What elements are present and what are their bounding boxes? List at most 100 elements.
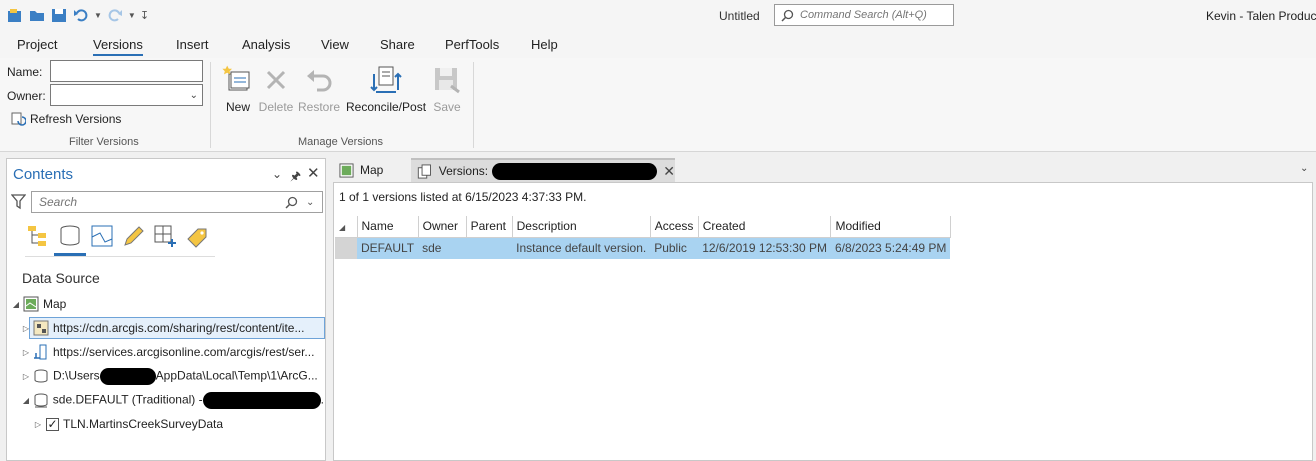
list-by-labeling-icon[interactable] bbox=[184, 223, 210, 249]
restore-version-label: Restore bbox=[297, 100, 341, 114]
tab-share[interactable]: Share bbox=[380, 37, 415, 52]
refresh-versions-label: Refresh Versions bbox=[30, 112, 122, 126]
list-by-data-source-icon[interactable] bbox=[57, 223, 83, 249]
list-by-snapping-icon[interactable] bbox=[152, 223, 178, 249]
cell-description[interactable]: Instance default version. bbox=[512, 237, 651, 259]
reconcile-post-label: Reconcile/Post bbox=[345, 100, 427, 114]
tree-item-local-temp-database[interactable]: ▷ D:\Users AppData\Local\Temp\1\ArcG... bbox=[7, 365, 325, 387]
delete-version-label: Delete bbox=[258, 100, 294, 114]
redacted-text bbox=[99, 367, 156, 385]
undo-dropdown-icon[interactable]: ▼ bbox=[94, 11, 102, 20]
tree-item-services-arcgisonline[interactable]: ▷ https://services.arcgisonline.com/arcg… bbox=[7, 341, 325, 363]
group-divider bbox=[210, 62, 211, 148]
tree-item-cdn-arcgis[interactable]: ▷ https://cdn.arcgis.com/sharing/rest/co… bbox=[7, 317, 325, 339]
list-by-selection-icon[interactable] bbox=[89, 223, 115, 249]
tab-versions-view[interactable]: Versions: ✕ bbox=[411, 158, 675, 182]
cell-access[interactable]: Public bbox=[650, 237, 699, 259]
expand-arrow-icon[interactable]: ▷ bbox=[21, 372, 31, 381]
expand-arrow-icon[interactable]: ▷ bbox=[33, 420, 43, 429]
undo-icon[interactable] bbox=[72, 6, 90, 24]
cell-created[interactable]: 12/6/2019 12:53:30 PM bbox=[698, 237, 831, 259]
new-project-icon[interactable] bbox=[6, 6, 24, 24]
tab-versions[interactable]: Versions bbox=[93, 37, 143, 56]
tree-item-map[interactable]: ◢ Map bbox=[7, 293, 325, 315]
pane-options-icon[interactable]: ⌄ bbox=[272, 167, 282, 181]
owner-label: Owner: bbox=[7, 89, 46, 103]
save-project-icon[interactable] bbox=[50, 6, 68, 24]
new-version-button[interactable]: New bbox=[222, 64, 254, 114]
cell-name[interactable]: DEFAULT bbox=[357, 237, 419, 259]
select-all-cell[interactable]: ◢ bbox=[335, 216, 358, 238]
owner-dropdown[interactable]: ⌄ bbox=[50, 84, 203, 106]
column-header-owner[interactable]: Owner bbox=[418, 216, 467, 238]
tree-item-label: https://services.arcgisonline.com/arcgis… bbox=[53, 345, 315, 359]
filter-icon[interactable] bbox=[11, 194, 26, 210]
delete-version-button[interactable]: Delete bbox=[258, 64, 294, 114]
map-service-icon bbox=[34, 344, 47, 360]
restore-undo-icon bbox=[307, 70, 332, 92]
row-header[interactable] bbox=[335, 237, 357, 259]
tab-analysis[interactable]: Analysis bbox=[242, 37, 290, 52]
tab-insert[interactable]: Insert bbox=[176, 37, 209, 52]
tab-versions-label: Versions: bbox=[438, 164, 489, 178]
cell-owner[interactable]: sde bbox=[418, 237, 467, 259]
tab-view[interactable]: View bbox=[321, 37, 349, 52]
close-icon[interactable]: ✕ bbox=[307, 164, 320, 182]
contents-pane: Contents ⌄ 🖈 ✕ ⌄ Data Source ◢ bbox=[6, 158, 326, 461]
contents-search-box[interactable]: ⌄ bbox=[31, 191, 323, 213]
column-header-description[interactable]: Description bbox=[512, 216, 651, 238]
expand-arrow-icon[interactable]: ▷ bbox=[21, 348, 31, 357]
cell-parent[interactable] bbox=[466, 237, 513, 259]
search-icon bbox=[285, 196, 298, 209]
collapse-arrow-icon[interactable]: ◢ bbox=[11, 300, 21, 309]
column-header-created[interactable]: Created bbox=[698, 216, 832, 238]
list-by-drawing-order-icon[interactable] bbox=[26, 223, 52, 249]
layer-visibility-checkbox[interactable]: ✓ bbox=[46, 417, 59, 431]
delete-x-icon bbox=[266, 70, 286, 90]
search-icon bbox=[781, 9, 794, 22]
redacted-text bbox=[492, 162, 658, 180]
column-header-parent[interactable]: Parent bbox=[466, 216, 513, 238]
save-version-label: Save bbox=[433, 100, 461, 114]
tree-item-label: TLN.MartinsCreekSurveyData bbox=[63, 417, 224, 431]
command-search-box[interactable] bbox=[774, 4, 954, 26]
cell-modified[interactable]: 6/8/2023 5:24:49 PM bbox=[830, 237, 951, 259]
tab-help[interactable]: Help bbox=[531, 37, 558, 52]
save-version-button[interactable]: Save bbox=[431, 64, 463, 114]
tab-map[interactable]: Map bbox=[333, 158, 411, 182]
map-icon bbox=[23, 296, 39, 312]
list-by-editing-icon[interactable] bbox=[120, 223, 146, 249]
open-project-icon[interactable] bbox=[28, 6, 46, 24]
table-row[interactable]: DEFAULT sde Instance default version. Pu… bbox=[335, 237, 951, 259]
redo-icon[interactable] bbox=[106, 6, 124, 24]
name-field[interactable] bbox=[50, 60, 203, 82]
reconcile-post-icon bbox=[370, 66, 402, 93]
tab-project[interactable]: Project bbox=[17, 37, 57, 52]
collapse-arrow-icon[interactable]: ◢ bbox=[21, 396, 31, 405]
tab-perftools[interactable]: PerfTools bbox=[445, 37, 499, 52]
refresh-versions-button[interactable]: Refresh Versions bbox=[10, 111, 121, 127]
restore-version-button[interactable]: Restore bbox=[297, 64, 341, 114]
search-options-chevron-icon[interactable]: ⌄ bbox=[306, 197, 314, 208]
reconcile-post-button[interactable]: Reconcile/Post bbox=[346, 64, 426, 114]
refresh-versions-icon bbox=[11, 112, 26, 126]
tree-item-label: Map bbox=[43, 297, 67, 311]
versions-view: 1 of 1 versions listed at 6/15/2023 4:37… bbox=[333, 182, 1313, 461]
customize-toolbar-icon[interactable]: ↧ bbox=[140, 9, 149, 22]
column-header-name[interactable]: Name bbox=[357, 216, 419, 238]
close-tab-icon[interactable]: ✕ bbox=[663, 163, 675, 180]
tree-item-sde-default[interactable]: ◢ sde.DEFAULT (Traditional) -... bbox=[7, 389, 325, 411]
tree-item-martins-creek-survey[interactable]: ▷ ✓ TLN.MartinsCreekSurveyData bbox=[7, 413, 325, 435]
column-header-modified[interactable]: Modified bbox=[830, 216, 951, 238]
user-account[interactable]: Kevin - Talen Product bbox=[1206, 9, 1316, 23]
document-list-chevron-icon[interactable]: ⌄ bbox=[1300, 163, 1308, 174]
tree-item-label: https://cdn.arcgis.com/sharing/rest/cont… bbox=[53, 321, 305, 335]
data-source-heading: Data Source bbox=[22, 270, 100, 286]
column-header-access[interactable]: Access bbox=[650, 216, 699, 238]
redo-dropdown-icon[interactable]: ▼ bbox=[128, 11, 136, 20]
contents-search-input[interactable] bbox=[37, 194, 267, 210]
pin-icon[interactable]: 🖈 bbox=[290, 167, 301, 188]
document-title: Untitled bbox=[719, 9, 760, 23]
command-search-input[interactable] bbox=[798, 8, 948, 22]
expand-arrow-icon[interactable]: ▷ bbox=[21, 324, 31, 333]
